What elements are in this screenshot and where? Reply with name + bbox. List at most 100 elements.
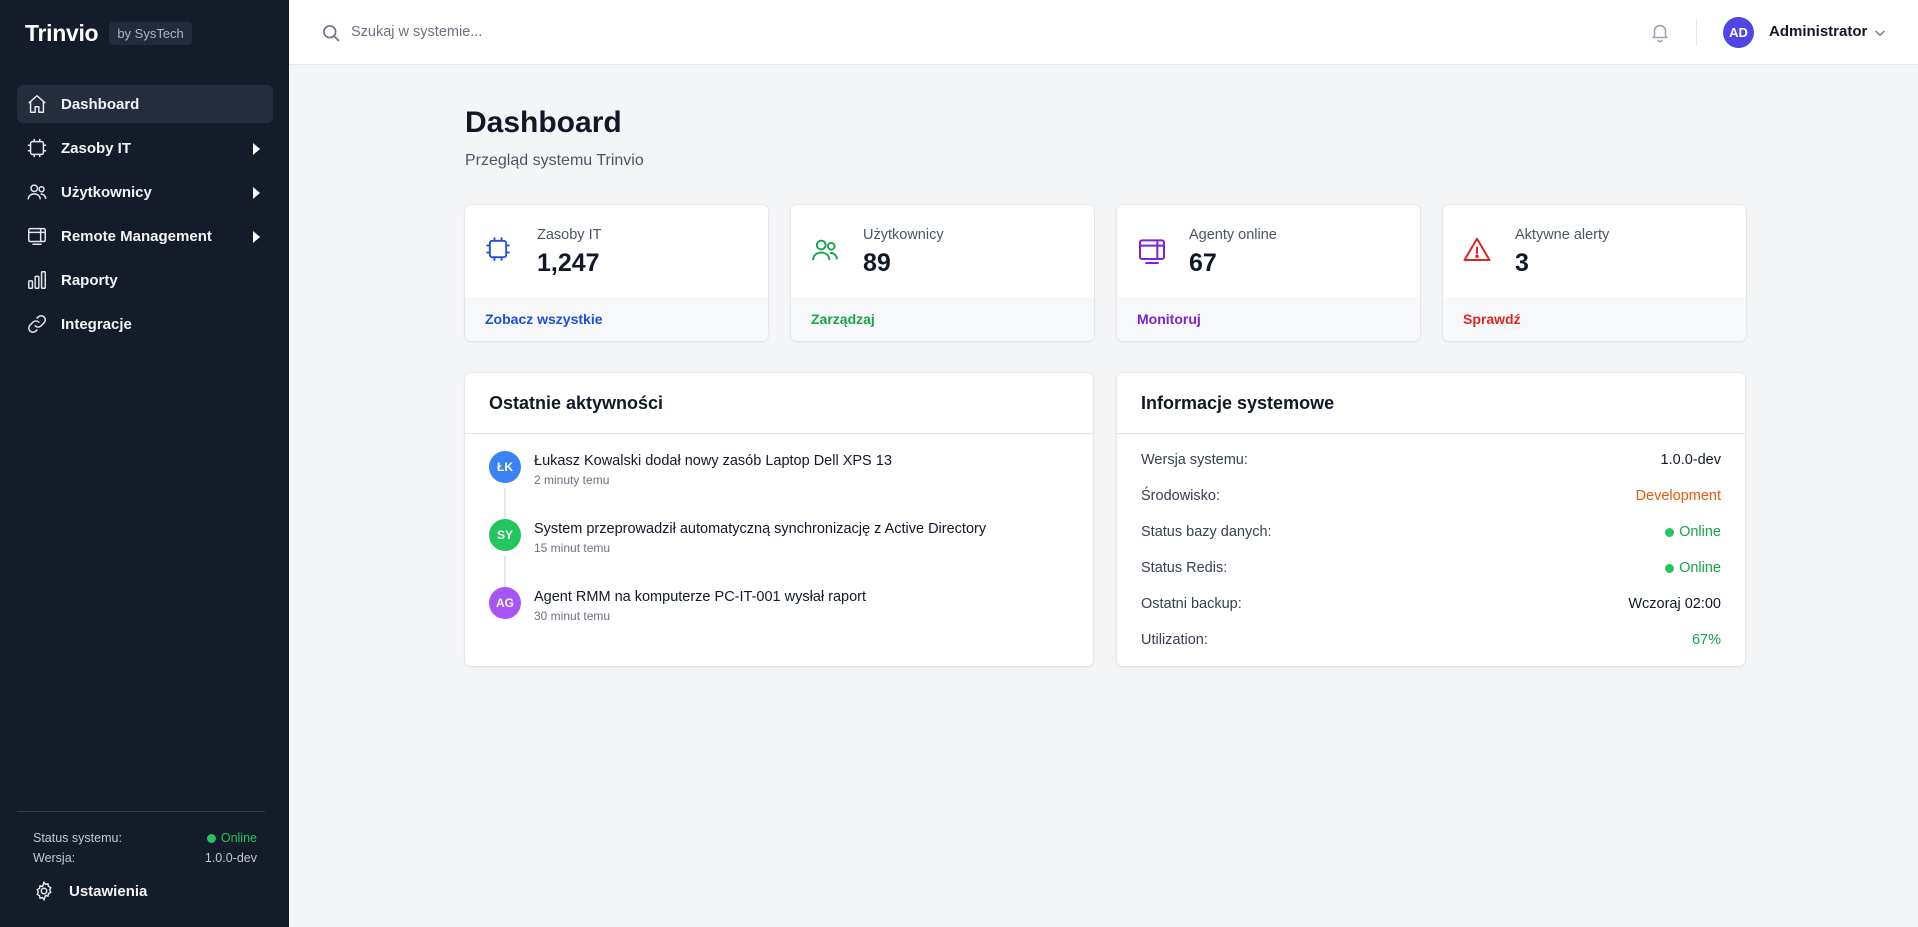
stat-value: 89 — [863, 249, 891, 277]
sidebar-item-label: Użytkownicy — [61, 183, 152, 201]
stat-card-uzytkownicy: Użytkownicy 89 Zarządzaj — [791, 205, 1094, 341]
stat-value: 1,247 — [537, 249, 600, 277]
settings-label: Ustawienia — [69, 882, 148, 900]
manage-link[interactable]: Zarządzaj — [811, 311, 875, 327]
activity-time: 2 minuty temu — [534, 473, 610, 487]
brand[interactable]: Trinvio by SysTech — [25, 20, 192, 47]
status-badge: Online — [1665, 524, 1721, 540]
info-value: Development — [1635, 488, 1721, 504]
sidebar: Trinvio by SysTech Dashboard Zasoby IT U… — [0, 0, 289, 927]
sidebar-item-zasoby-it[interactable]: Zasoby IT — [17, 129, 273, 167]
stat-footer: Zobacz wszystkie — [465, 297, 768, 341]
info-row-redis: Status Redis: Online — [1141, 558, 1721, 578]
stat-value: 67 — [1189, 249, 1217, 277]
info-value: 67% — [1691, 632, 1721, 648]
caret-right-icon — [253, 231, 260, 243]
info-label: Status bazy danych: — [1141, 524, 1272, 540]
sidebar-item-uzytkownicy[interactable]: Użytkownicy — [17, 173, 273, 211]
info-row-version: Wersja systemu: 1.0.0-dev — [1141, 450, 1721, 470]
sidebar-item-label: Remote Management — [61, 227, 212, 245]
list-item[interactable]: ŁK Łukasz Kowalski dodał nowy zasób Lapt… — [489, 451, 1069, 511]
topbar: AD Administrator — [289, 0, 1918, 65]
version-label: Wersja: — [33, 851, 76, 865]
chip-icon — [484, 235, 512, 263]
avatar: AG — [489, 587, 521, 619]
caret-right-icon — [253, 143, 260, 155]
sidebar-item-dashboard[interactable]: Dashboard — [17, 85, 273, 123]
view-all-link[interactable]: Zobacz wszystkie — [485, 311, 603, 327]
status-dot — [206, 833, 216, 843]
status-value: Online — [220, 831, 257, 845]
info-value: 1.0.0-dev — [1660, 452, 1721, 468]
activity-panel: Ostatnie aktywności ŁK Łukasz Kowalski d… — [465, 373, 1093, 666]
panel-title: Ostatnie aktywności — [489, 393, 664, 413]
info-label: Ostatni backup: — [1141, 596, 1242, 612]
stat-card-zasoby-it: Zasoby IT 1,247 Zobacz wszystkie — [465, 205, 768, 341]
list-item[interactable]: SY System przeprowadził automatyczną syn… — [489, 519, 1069, 579]
remote-icon — [1136, 235, 1165, 264]
info-value: Wczoraj 02:00 — [1628, 596, 1721, 612]
warning-icon — [1462, 235, 1491, 263]
activity-time: 30 minut temu — [534, 609, 611, 623]
home-icon — [26, 93, 48, 115]
sidebar-item-integracje[interactable]: Integracje — [17, 305, 273, 343]
status-badge: Online — [206, 831, 257, 845]
info-label: Status Redis: — [1141, 560, 1228, 576]
stat-label: Użytkownicy — [863, 227, 944, 243]
caret-right-icon — [253, 187, 260, 199]
sidebar-item-label: Raporty — [61, 271, 118, 289]
sidebar-item-raporty[interactable]: Raporty — [17, 261, 273, 299]
avatar[interactable]: AD — [1723, 17, 1754, 48]
sidebar-item-label: Integracje — [61, 315, 132, 333]
activity-text: Łukasz Kowalski dodał nowy zasób Laptop … — [534, 453, 892, 469]
stat-footer: Zarządzaj — [791, 297, 1094, 341]
search-input[interactable] — [351, 17, 851, 47]
stat-label: Agenty online — [1189, 227, 1277, 243]
settings-button[interactable]: Ustawienia — [33, 880, 147, 902]
chart-icon — [26, 269, 48, 291]
monitor-link[interactable]: Monitoruj — [1137, 311, 1201, 327]
bell-icon[interactable] — [1649, 21, 1671, 43]
link-icon — [26, 313, 48, 335]
stat-card-aktywne-alerty: Aktywne alerty 3 Sprawdź — [1443, 205, 1746, 341]
stat-label: Zasoby IT — [537, 227, 602, 243]
info-value: Online — [1679, 560, 1721, 576]
chip-icon — [26, 137, 48, 159]
chevron-down-icon[interactable] — [1873, 26, 1887, 40]
avatar: ŁK — [489, 451, 521, 483]
page-subtitle: Przegląd systemu Trinvio — [465, 152, 644, 169]
status-badge: Online — [1665, 560, 1721, 576]
panel-divider — [1117, 433, 1745, 434]
user-name[interactable]: Administrator — [1769, 23, 1867, 40]
activity-text: System przeprowadził automatyczną synchr… — [534, 521, 987, 537]
search-icon — [321, 23, 341, 43]
sidebar-divider — [17, 811, 265, 812]
activity-time: 15 minut temu — [534, 541, 611, 555]
version-value: 1.0.0-dev — [204, 851, 257, 865]
status-dot — [1665, 527, 1675, 537]
sidebar-nav: Dashboard Zasoby IT Użytkownicy Remote M… — [17, 85, 273, 349]
check-link[interactable]: Sprawdź — [1463, 311, 1521, 327]
info-row-backup: Ostatni backup: Wczoraj 02:00 — [1141, 594, 1721, 614]
system-status: Status systemu: Online Wersja: 1.0.0-dev — [33, 828, 257, 868]
info-label: Środowisko: — [1141, 488, 1220, 504]
panel-title: Informacje systemowe — [1141, 393, 1335, 413]
users-icon — [810, 235, 838, 263]
info-row-database: Status bazy danych: Online — [1141, 522, 1721, 542]
info-value: Online — [1679, 524, 1721, 540]
sidebar-item-remote-management[interactable]: Remote Management — [17, 217, 273, 255]
stat-label: Aktywne alerty — [1515, 227, 1610, 243]
remote-icon — [26, 225, 48, 247]
brand-name: Trinvio — [25, 20, 99, 46]
status-label: Status systemu: — [33, 831, 122, 845]
info-row-utilization: Utilization: 67% — [1141, 630, 1721, 650]
topbar-divider — [1696, 20, 1697, 46]
stat-value: 3 — [1515, 249, 1529, 277]
info-label: Wersja systemu: — [1141, 452, 1248, 468]
activity-text: Agent RMM na komputerze PC-IT-001 wysłał… — [534, 589, 867, 605]
list-item[interactable]: AG Agent RMM na komputerze PC-IT-001 wys… — [489, 587, 1069, 647]
gear-icon — [33, 880, 55, 902]
avatar: SY — [489, 519, 521, 551]
stat-footer: Monitoruj — [1117, 297, 1420, 341]
info-row-environment: Środowisko: Development — [1141, 486, 1721, 506]
